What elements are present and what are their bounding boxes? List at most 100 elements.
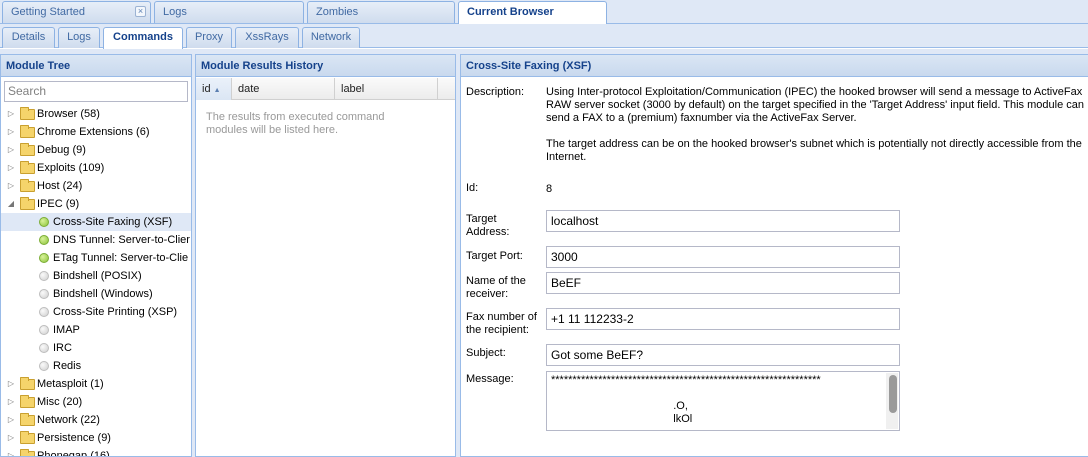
tab-commands[interactable]: Commands [103,27,183,49]
tree-item-label: IRC [53,342,72,354]
tree-module[interactable]: Cross-Site Printing (XSP) [1,303,191,321]
close-icon[interactable]: × [135,6,146,17]
tree-item-label: Metasploit (1) [37,378,104,390]
tab-current-browser[interactable]: Current Browser [458,1,607,24]
tree-item-label: IMAP [53,324,80,336]
target-port-input[interactable]: 3000 [546,246,900,268]
status-grey-icon [39,361,49,371]
status-green-icon [39,253,49,263]
tree-item-label: DNS Tunnel: Server-to-Clier [53,234,190,246]
search-input[interactable]: Search [4,81,188,102]
expanded-arrow-icon[interactable]: ◢ [6,195,16,213]
tree-folder[interactable]: ▷ Chrome Extensions (6) [1,123,191,141]
collapsed-arrow-icon[interactable]: ▷ [6,393,16,411]
browser-tab-bar: Getting Started × Logs Zombies Current B… [0,0,1088,24]
folder-icon [20,107,35,120]
folder-icon [20,431,35,444]
module-tree-panel: Module Tree Search ▷ Browser (58) ▷ Chrome … [0,54,192,457]
tree-item-label: IPEC (9) [37,198,80,210]
subject-label: Subject: [466,347,506,359]
tree-module[interactable]: Redis [1,357,191,375]
status-grey-icon [39,343,49,353]
tree-folder[interactable]: ▷ Persistence (9) [1,429,191,447]
collapsed-arrow-icon[interactable]: ▷ [6,411,16,429]
tree-item-label: Host (24) [37,180,83,192]
collapsed-arrow-icon[interactable]: ▷ [6,159,16,177]
tree-folder[interactable]: ▷ Browser (58) [1,105,191,123]
module-tree: ▷ Browser (58) ▷ Chrome Extensions (6) ▷ Debu… [1,105,191,457]
tree-module[interactable]: DNS Tunnel: Server-to-Clier [1,231,191,249]
tree-item-label: Cross-Site Printing (XSP) [53,306,178,318]
collapsed-arrow-icon[interactable]: ▷ [6,177,16,195]
collapsed-arrow-icon[interactable]: ▷ [6,141,16,159]
tree-module[interactable]: IRC [1,339,191,357]
collapsed-arrow-icon[interactable]: ▷ [6,105,16,123]
tree-folder[interactable]: ▷ Debug (9) [1,141,191,159]
tree-item-label: Bindshell (Windows) [53,288,153,300]
tab-label: Zombies [316,6,359,18]
tab-getting-started[interactable]: Getting Started × [2,1,151,23]
target-address-input[interactable]: localhost [546,210,900,232]
subject-input[interactable]: Got some BeEF? [546,344,900,366]
tree-item-label: Bindshell (POSIX) [53,270,142,282]
receiver-input[interactable]: BeEF [546,272,900,294]
panel-title: Module Results History [196,55,455,77]
collapsed-arrow-icon[interactable]: ▷ [6,123,16,141]
tab-xssrays[interactable]: XssRays [235,27,299,48]
tree-item-label: Cross-Site Faxing (XSF) [53,216,173,228]
message-textarea[interactable]: ****************************************… [546,371,900,431]
column-id[interactable]: id ▲ [196,78,232,100]
tree-item-label: Browser (58) [37,108,100,120]
collapsed-arrow-icon[interactable]: ▷ [6,375,16,393]
status-grey-icon [39,271,49,281]
tab-logs-sub[interactable]: Logs [58,27,100,48]
tree-folder[interactable]: ◢ IPEC (9) [1,195,191,213]
tree-item-label: Debug (9) [37,144,86,156]
tab-proxy[interactable]: Proxy [186,27,232,48]
folder-icon [20,449,35,456]
message-label: Message: [466,373,514,385]
status-grey-icon [39,307,49,317]
tree-module[interactable]: IMAP [1,321,191,339]
collapsed-arrow-icon[interactable]: ▷ [6,429,16,447]
tab-zombies[interactable]: Zombies [307,1,455,23]
tree-folder[interactable]: ▷ Host (24) [1,177,191,195]
folder-icon [20,125,35,138]
tree-folder[interactable]: ▷ Metasploit (1) [1,375,191,393]
column-label[interactable]: label [335,78,438,100]
collapsed-arrow-icon[interactable]: ▷ [6,447,16,456]
column-date[interactable]: date [232,78,335,100]
description-text: The target address can be on the hooked … [546,138,1082,163]
id-label: Id: [466,182,479,194]
tree-folder[interactable]: ▷ Exploits (109) [1,159,191,177]
tree-item-label: Chrome Extensions (6) [37,126,150,138]
panel-title: Cross-Site Faxing (XSF) [461,55,1088,77]
tree-folder[interactable]: ▷ Misc (20) [1,393,191,411]
tree-item-label: Phonegap (16) [37,450,110,457]
tree-folder[interactable]: ▷ Network (22) [1,411,191,429]
tree-item-label: Persistence (9) [37,432,111,444]
tab-logs[interactable]: Logs [154,1,304,23]
status-green-icon [39,235,49,245]
browser-sub-tab-bar: Details Logs Commands Proxy XssRays Netw… [0,24,1088,49]
tree-module[interactable]: ETag Tunnel: Server-to-Clie [1,249,191,267]
tab-details[interactable]: Details [2,27,55,48]
description-label: Description: [466,86,525,98]
tree-folder[interactable]: ▷ Phonegap (16) [1,447,191,457]
fax-number-input[interactable]: +1 11 112233-2 [546,308,900,330]
empty-results-message: The results from executed command module… [206,111,385,136]
folder-icon [20,179,35,192]
tree-module[interactable]: Cross-Site Faxing (XSF) [1,213,191,231]
tree-item-label: Misc (20) [37,396,83,408]
tree-module[interactable]: Bindshell (Windows) [1,285,191,303]
tree-module[interactable]: Bindshell (POSIX) [1,267,191,285]
tree-item-label: Network (22) [37,414,100,426]
folder-icon [20,395,35,408]
scrollbar-thumb[interactable] [889,375,897,413]
results-grid-header: id ▲ date label [196,78,455,100]
panel-title: Module Tree [1,55,191,77]
tab-network[interactable]: Network [302,27,360,48]
sort-ascending-icon: ▲ [213,87,221,94]
status-green-icon [39,217,49,227]
receiver-label: Name of the receiver: [466,275,526,300]
